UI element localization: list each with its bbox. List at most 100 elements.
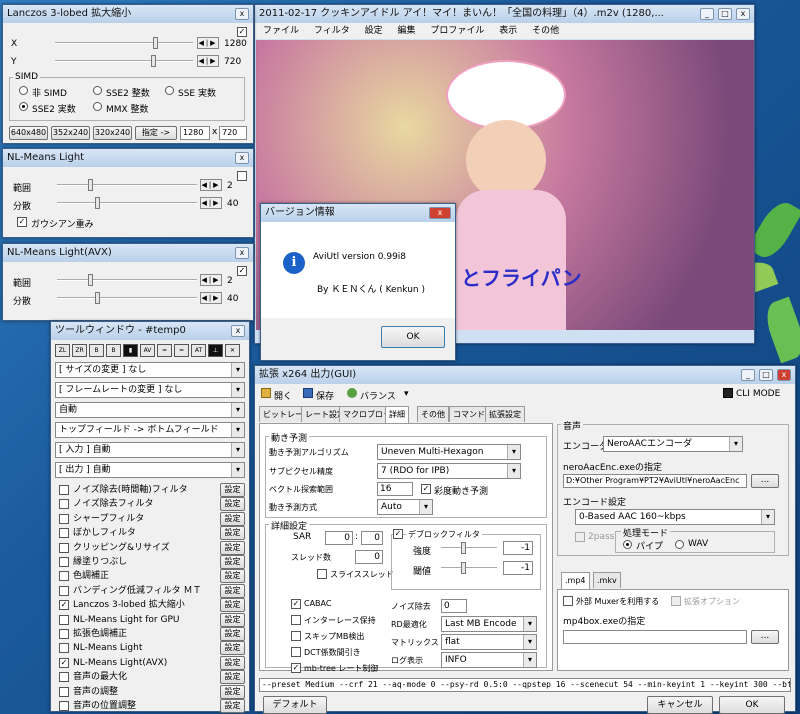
filter-settings-button[interactable]: 設定 <box>220 526 245 541</box>
filter-row[interactable]: ✓ NL-Means Light(AVX) 設定 <box>59 655 245 671</box>
tool-title-bar[interactable]: ツールウィンドウ - #temp0 x <box>51 322 249 340</box>
filter-row[interactable]: ノイズ除去(時間軸)フィルタ 設定 <box>59 483 245 498</box>
filter-checkbox[interactable] <box>59 571 69 582</box>
filter-checkbox[interactable] <box>59 485 69 495</box>
framerate-select[interactable]: [ フレームレートの変更 ] なし <box>55 382 245 398</box>
close-button[interactable]: x <box>736 8 750 20</box>
filter-settings-button[interactable]: 設定 <box>220 641 245 656</box>
variance-arrows[interactable]: ◀|▶ <box>200 197 222 209</box>
me-algorithm-select[interactable]: Uneven Multi-Hexagon <box>377 444 521 460</box>
y-slider[interactable] <box>55 55 193 67</box>
filter-row[interactable]: 縁塗りつぶし 設定 <box>59 555 245 570</box>
simd-sse-radio[interactable] <box>165 86 174 95</box>
preset-352-button[interactable]: 352x240 <box>51 126 90 140</box>
filter-checkbox[interactable] <box>59 557 69 567</box>
tab-mp4[interactable]: .mp4 <box>561 572 590 589</box>
interlaced-checkbox[interactable] <box>291 615 301 625</box>
preset-dropdown[interactable]: バランス <box>360 389 396 402</box>
tool-icon-5[interactable]: AV <box>140 344 155 357</box>
skip-detect-checkbox[interactable] <box>291 631 301 641</box>
simd-none-radio[interactable] <box>19 86 28 95</box>
filter-settings-button[interactable]: 設定 <box>220 655 245 670</box>
tool-icon-1[interactable]: ZR <box>72 344 87 357</box>
filter-row[interactable]: 拡張色調補正 設定 <box>59 627 245 642</box>
tool-icon-10[interactable]: ✕ <box>225 344 240 357</box>
filter-checkbox[interactable]: ✓ <box>59 600 69 611</box>
variance-thumb[interactable] <box>95 197 100 209</box>
maximize-button[interactable]: □ <box>759 369 773 381</box>
tool-icon-8[interactable]: AT <box>191 344 206 357</box>
filter-settings-button[interactable]: 設定 <box>220 598 245 613</box>
ok-button[interactable]: OK <box>381 326 445 348</box>
close-button[interactable]: x <box>235 247 249 259</box>
mp4box-browse-button[interactable]: ... <box>751 630 779 644</box>
nlmeans-avx-enable-checkbox[interactable]: ✓ <box>237 266 247 276</box>
height-input[interactable]: 720 <box>219 126 247 140</box>
tool-icon-0[interactable]: ZL <box>55 344 70 357</box>
strength-slider[interactable] <box>441 542 497 554</box>
save-button[interactable]: 保存 <box>316 389 334 402</box>
preset-640-button[interactable]: 640x480 <box>9 126 48 140</box>
simd-mmx-radio[interactable] <box>93 102 102 111</box>
tool-icon-7[interactable]: ═ <box>174 344 189 357</box>
close-button[interactable]: x <box>235 152 249 164</box>
x-slider-thumb[interactable] <box>153 37 158 49</box>
filter-settings-button[interactable]: 設定 <box>220 569 245 584</box>
sar-x-input[interactable]: 0 <box>325 531 353 545</box>
close-button[interactable]: x <box>429 207 451 219</box>
tool-icon-4[interactable]: ▮ <box>123 344 138 357</box>
filter-row[interactable]: ノイズ除去フィルタ 設定 <box>59 497 245 512</box>
filter-row[interactable]: NL-Means Light 設定 <box>59 641 245 656</box>
filter-checkbox[interactable] <box>59 672 69 683</box>
filter-row[interactable]: 音声の調整 設定 <box>59 684 245 700</box>
filter-settings-button[interactable]: 設定 <box>220 540 245 555</box>
main-title-bar[interactable]: 2011-02-17 クッキンアイドル アイ！マイ！まいん！「全国の料理」（4）… <box>255 5 754 23</box>
pipe-radio[interactable] <box>623 540 632 549</box>
filter-row[interactable]: ✓ Lanczos 3-lobed 拡大縮小 設定 <box>59 598 245 613</box>
filter-settings-button[interactable]: 設定 <box>220 583 245 598</box>
nlmeans-enable-checkbox[interactable] <box>237 171 247 181</box>
deinterlace-select[interactable]: 自動 <box>55 402 245 418</box>
menu-file[interactable]: ファイル <box>263 26 299 36</box>
deblock-checkbox[interactable]: ✓ <box>393 529 403 539</box>
resize-select[interactable]: [ サイズの変更 ] なし <box>55 362 245 378</box>
tab-extended[interactable]: 拡張設定 <box>485 406 525 422</box>
command-line-input[interactable]: --preset Medium --crf 21 --aq-mode 0 --p… <box>259 678 791 692</box>
filter-row[interactable]: 音声の最大化 設定 <box>59 670 245 685</box>
filter-row[interactable]: 音声の位置調整 設定 <box>59 699 245 714</box>
menu-view[interactable]: 表示 <box>499 26 517 36</box>
filter-checkbox[interactable] <box>59 701 69 711</box>
sar-y-input[interactable]: 0 <box>361 531 383 545</box>
filter-checkbox[interactable] <box>59 513 69 524</box>
tool-icon-6[interactable]: ═ <box>157 344 172 357</box>
filter-settings-button[interactable]: 設定 <box>220 555 245 569</box>
strength-thumb[interactable] <box>461 542 466 554</box>
filter-settings-button[interactable]: 設定 <box>220 511 245 526</box>
variance-slider[interactable] <box>57 292 197 304</box>
filter-checkbox[interactable] <box>59 528 69 539</box>
threshold-thumb[interactable] <box>461 562 466 574</box>
filter-checkbox[interactable] <box>59 614 69 625</box>
x264-title-bar[interactable]: 拡張 x264 出力(GUI) _ □ x <box>255 366 795 384</box>
threshold-slider[interactable] <box>441 562 497 574</box>
menu-edit[interactable]: 編集 <box>397 26 415 36</box>
tab-mkv[interactable]: .mkv <box>593 572 621 588</box>
filter-settings-button[interactable]: 設定 <box>220 497 245 512</box>
x-arrows[interactable]: ◀|▶ <box>197 37 219 49</box>
minimize-button[interactable]: _ <box>700 8 714 20</box>
close-button[interactable]: x <box>235 8 249 20</box>
y-slider-thumb[interactable] <box>151 55 156 67</box>
tab-command[interactable]: コマンド <box>449 406 489 422</box>
chroma-me-checkbox[interactable]: ✓ <box>421 484 431 494</box>
matrix-select[interactable]: flat <box>441 634 537 650</box>
filter-checkbox[interactable] <box>59 499 69 510</box>
filter-checkbox[interactable] <box>59 643 69 654</box>
filter-settings-button[interactable]: 設定 <box>220 627 245 641</box>
threshold-input[interactable]: -1 <box>503 561 533 575</box>
ok-button[interactable]: OK <box>719 696 785 714</box>
filter-row[interactable]: ぼかしフィルタ 設定 <box>59 526 245 541</box>
x-slider[interactable] <box>55 37 193 49</box>
menu-other[interactable]: その他 <box>532 26 559 36</box>
log-select[interactable]: INFO <box>441 652 537 668</box>
twopass-checkbox[interactable] <box>575 532 585 542</box>
